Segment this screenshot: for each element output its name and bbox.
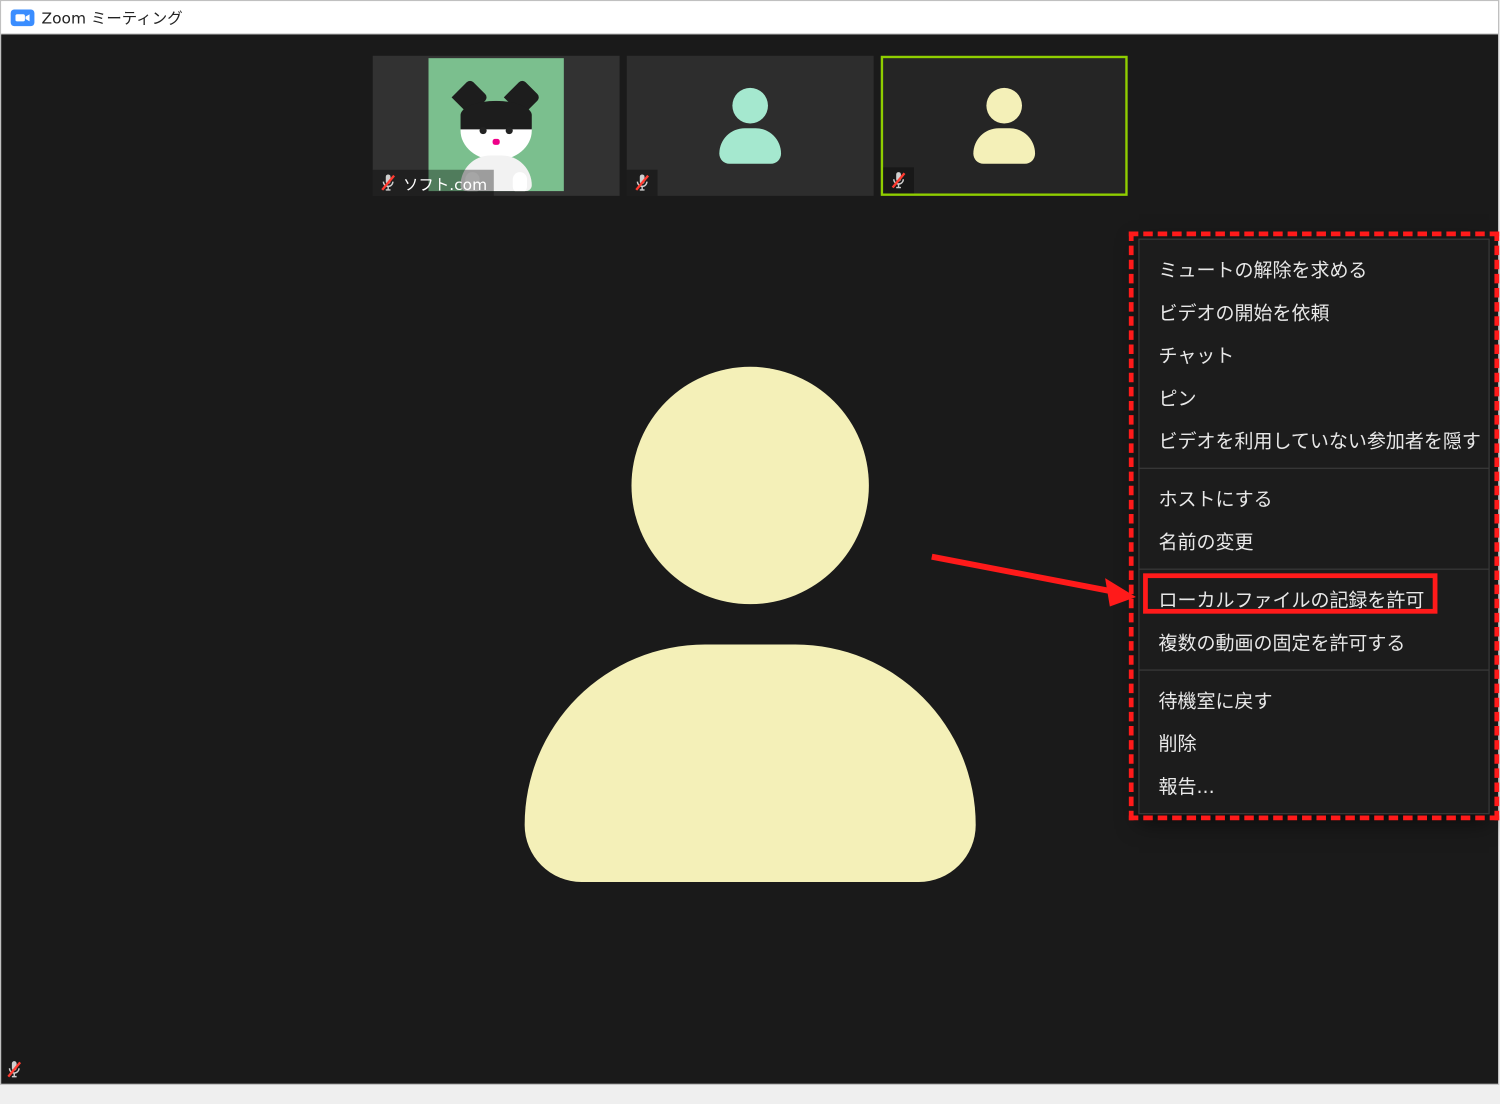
menu-separator <box>1140 468 1489 469</box>
participant-tile-strip: ソフト.com <box>372 56 1127 196</box>
zoom-app-icon <box>11 9 35 26</box>
menu-separator <box>1140 569 1489 570</box>
participant-label-bar: ソフト.com <box>372 170 494 196</box>
zoom-meeting-window: Zoom ミーティング <box>0 0 1499 1085</box>
participant-tile-1[interactable]: ソフト.com <box>372 56 619 196</box>
menu-separator <box>1140 669 1489 670</box>
menu-remove[interactable]: 削除 <box>1140 721 1489 764</box>
avatar-placeholder <box>719 88 781 164</box>
menu-chat[interactable]: チャット <box>1140 332 1489 375</box>
menu-hide-non-video[interactable]: ビデオを利用していない参加者を隠す <box>1140 418 1489 461</box>
menu-return-to-waiting-room[interactable]: 待機室に戻す <box>1140 678 1489 721</box>
menu-make-host[interactable]: ホストにする <box>1140 476 1489 519</box>
self-microphone-muted-icon[interactable] <box>6 1060 23 1079</box>
microphone-muted-icon <box>633 173 650 192</box>
participant-label-bar <box>883 167 914 193</box>
menu-report[interactable]: 報告... <box>1140 763 1489 806</box>
avatar-placeholder <box>973 88 1035 164</box>
menu-ask-unmute[interactable]: ミュートの解除を求める <box>1140 247 1489 290</box>
main-participant-avatar <box>524 367 975 882</box>
menu-pin[interactable]: ピン <box>1140 375 1489 418</box>
menu-allow-local-recording[interactable]: ローカルファイルの記録を許可 <box>1140 577 1489 620</box>
meeting-area: ソフト.com <box>1 34 1498 1083</box>
microphone-muted-icon <box>890 171 907 190</box>
participant-label-bar <box>626 170 657 196</box>
participant-name-label: ソフト.com <box>403 172 487 195</box>
participant-tile-3-active[interactable] <box>880 56 1127 196</box>
menu-ask-start-video[interactable]: ビデオの開始を依頼 <box>1140 290 1489 333</box>
microphone-muted-icon <box>379 173 396 192</box>
menu-allow-multi-pin[interactable]: 複数の動画の固定を許可する <box>1140 620 1489 663</box>
participant-context-menu: ミュートの解除を求める ビデオの開始を依頼 チャット ピン ビデオを利用していな… <box>1138 239 1489 815</box>
window-title: Zoom ミーティング <box>42 6 183 29</box>
menu-rename[interactable]: 名前の変更 <box>1140 519 1489 562</box>
title-bar: Zoom ミーティング <box>1 1 1498 34</box>
participant-tile-2[interactable] <box>626 56 873 196</box>
